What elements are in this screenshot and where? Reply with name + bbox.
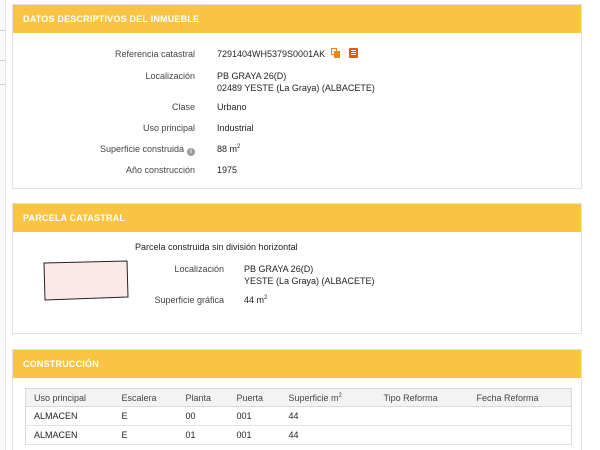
cell-puerta: 001 [228,425,281,445]
parcela-superficie-row: Superficie gráfica 44 m2 [13,294,581,306]
left-edge-tick [0,30,6,31]
col-planta[interactable]: Planta [177,388,229,407]
info-icon[interactable]: i [187,148,195,156]
cell-uso: ALMACEN [25,425,114,445]
cell-tipo-reforma [375,425,469,445]
clase-label: Clase [171,102,195,112]
table-header-row: Uso principal Escalera Planta Puerta Sup… [25,388,572,407]
parcela-localizacion-row: Localización PB GRAYA 26(D) [13,263,581,275]
left-edge-bar [0,0,6,450]
superficie-unit-sup: 2 [237,144,241,150]
left-edge-tick [0,84,6,85]
cell-puerta: 001 [228,406,281,426]
parcela-superficie-value-wrap: 44 m2 [244,294,267,306]
clase-value: Urbano [217,102,247,112]
panel-title: PARCELA CATASTRAL [13,204,581,232]
cell-planta: 00 [177,406,229,426]
anio-value: 1975 [217,165,238,175]
col-superficie-sup: 2 [338,392,342,399]
col-uso-principal[interactable]: Uso principal [25,388,114,407]
cell-planta: 01 [177,425,229,445]
datos-descriptivos-panel: DATOS DESCRIPTIVOS DEL INMUEBLE Referenc… [12,4,582,189]
cell-uso: ALMACEN [25,406,114,426]
uso-label: Uso principal [142,123,195,133]
referencia-value[interactable]: 7291404WH5379S0001AK [217,48,325,60]
localizacion-row-2: 02489 YESTE (La Graya) (ALBACETE) [13,82,581,94]
anio-label: Año construcción [125,165,195,175]
col-superficie-label: Superficie m [288,392,339,403]
parcela-localizacion-label: Localización [174,264,224,274]
uso-value: Industrial [217,123,254,133]
referencia-label: Referencia catastral [114,49,195,59]
book-icon[interactable] [349,48,358,58]
cell-escalera: E [113,406,178,426]
col-escalera[interactable]: Escalera [113,388,178,407]
parcela-localizacion-line1: PB GRAYA 26(D) [244,264,314,274]
left-edge-tick [0,60,6,61]
localizacion-row: Localización PB GRAYA 26(D) [13,70,581,82]
construccion-panel: CONSTRUCCIÓN Uso principal Escalera Plan… [12,349,582,450]
panel-title: CONSTRUCCIÓN [13,350,581,378]
parcela-localizacion-row-2: YESTE (La Graya) (ALBACETE) [13,275,581,287]
table-row: ALMACEN E 01 001 44 [25,425,572,445]
parcela-superficie-label: Superficie gráfica [154,295,224,305]
clase-row: Clase Urbano [13,101,581,113]
parcela-localizacion-line2: YESTE (La Graya) (ALBACETE) [244,276,375,286]
col-superficie[interactable]: Superficie m2 [280,388,376,407]
referencia-row: Referencia catastral 7291404WH5379S0001A… [13,48,581,60]
uso-row: Uso principal Industrial [13,122,581,134]
localizacion-label: Localización [145,71,195,81]
construccion-table: Uso principal Escalera Planta Puerta Sup… [25,388,572,445]
superficie-value: 88 m [217,144,238,154]
table-row: ALMACEN E 00 001 44 [25,406,572,426]
parcela-superficie-value: 44 m [244,295,265,305]
cell-fecha-reforma [468,406,572,426]
superficie-value-wrap: 88 m2 [217,143,240,155]
panel-title: DATOS DESCRIPTIVOS DEL INMUEBLE [13,5,581,33]
col-tipo-reforma[interactable]: Tipo Reforma [375,388,469,407]
parcela-superficie-unit-sup: 2 [264,295,268,301]
cell-tipo-reforma [375,406,469,426]
cell-escalera: E [113,425,178,445]
superficie-row: Superficie construida i 88 m2 [13,143,581,156]
cell-fecha-reforma [468,425,572,445]
col-fecha-reforma[interactable]: Fecha Reforma [468,388,572,407]
cell-superficie: 44 [280,406,376,426]
localizacion-line2: 02489 YESTE (La Graya) (ALBACETE) [217,83,375,93]
superficie-label-wrap: Superficie construida i [100,143,195,156]
superficie-label: Superficie construida [99,144,184,154]
anio-row: Año construcción 1975 [13,164,581,176]
col-puerta[interactable]: Puerta [228,388,281,407]
cell-superficie: 44 [280,425,376,445]
copy-icon[interactable] [331,48,340,58]
parcela-catastral-panel: PARCELA CATASTRAL Parcela construida sin… [12,203,582,334]
parcela-subtitle: Parcela construida sin división horizont… [135,242,298,252]
localizacion-line1: PB GRAYA 26(D) [217,71,287,81]
